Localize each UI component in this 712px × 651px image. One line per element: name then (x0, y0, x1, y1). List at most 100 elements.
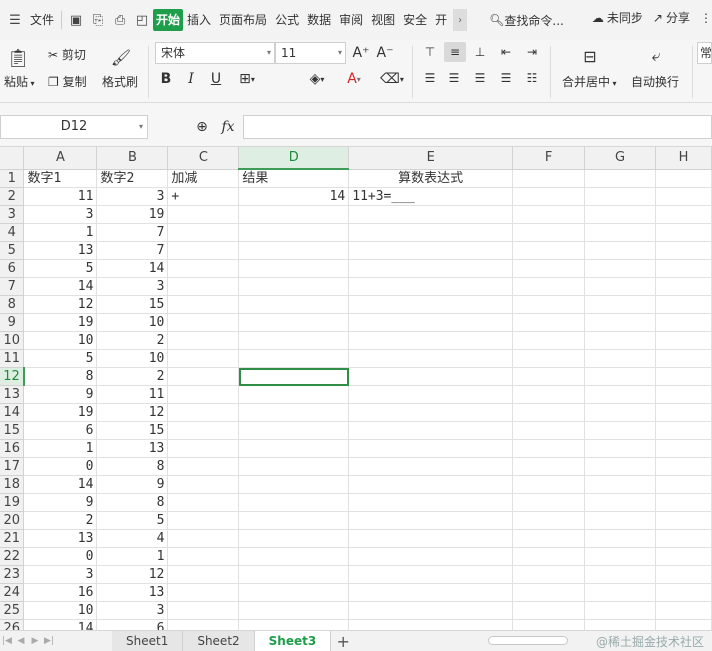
cell-f8[interactable] (512, 295, 586, 314)
cell-c25[interactable] (167, 601, 240, 620)
borders-icon[interactable]: ⊞ ▾ (233, 68, 261, 90)
select-all-corner[interactable] (0, 147, 25, 170)
cell-a15[interactable]: 6 (23, 421, 98, 440)
cell-f5[interactable] (512, 241, 586, 260)
last-sheet-icon[interactable]: ▶| (42, 636, 56, 646)
cell-d12[interactable] (238, 367, 350, 386)
row-header[interactable]: 3 (0, 205, 25, 224)
cell-g7[interactable] (584, 277, 656, 296)
cell-a21[interactable]: 13 (23, 529, 98, 548)
sheet-tab-sheet1[interactable]: Sheet1 (112, 630, 184, 651)
next-sheet-icon[interactable]: ▶ (28, 636, 42, 646)
cell-h22[interactable] (655, 547, 712, 566)
row-header[interactable]: 21 (0, 529, 25, 548)
cell-f25[interactable] (512, 601, 586, 620)
cell-h24[interactable] (655, 583, 712, 602)
cell-e15[interactable] (348, 421, 514, 440)
cell-a1[interactable]: 数字1 (23, 169, 98, 188)
distributed-icon[interactable]: ☷ (522, 68, 542, 88)
cell-d4[interactable] (238, 223, 350, 242)
cell-b12[interactable]: 2 (96, 367, 169, 386)
cell-b15[interactable]: 15 (96, 421, 169, 440)
cell-h17[interactable] (655, 457, 712, 476)
cell-a14[interactable]: 19 (23, 403, 98, 422)
cell-d9[interactable] (238, 313, 350, 332)
cell-h21[interactable] (655, 529, 712, 548)
cell-g16[interactable] (584, 439, 656, 458)
cell-a12[interactable]: 8 (23, 367, 98, 386)
cell-h7[interactable] (655, 277, 712, 296)
font-size-select[interactable]: 11 ▾ (275, 42, 346, 64)
cell-a7[interactable]: 14 (23, 277, 98, 296)
cell-e9[interactable] (348, 313, 514, 332)
cell-b11[interactable]: 10 (96, 349, 169, 368)
cell-g4[interactable] (584, 223, 656, 242)
cell-h4[interactable] (655, 223, 712, 242)
cell-c18[interactable] (167, 475, 240, 494)
cell-f3[interactable] (512, 205, 586, 224)
cell-c13[interactable] (167, 385, 240, 404)
align-left-icon[interactable]: ☰ (420, 68, 440, 88)
increase-font-icon[interactable]: A⁺ (352, 42, 370, 64)
cell-c6[interactable] (167, 259, 240, 278)
column-header-f[interactable]: F (512, 147, 586, 170)
wrap-text-button[interactable]: 自动换行 (631, 73, 679, 90)
format-painter-button[interactable]: 格式刷 (102, 73, 138, 90)
cell-g5[interactable] (584, 241, 656, 260)
cell-b9[interactable]: 10 (96, 313, 169, 332)
cell-h19[interactable] (655, 493, 712, 512)
cell-f10[interactable] (512, 331, 586, 350)
decrease-indent-icon[interactable]: ⇤ (496, 42, 516, 62)
cell-h18[interactable] (655, 475, 712, 494)
cell-c4[interactable] (167, 223, 240, 242)
cell-f9[interactable] (512, 313, 586, 332)
cell-c20[interactable] (167, 511, 240, 530)
cell-g6[interactable] (584, 259, 656, 278)
row-header[interactable]: 26 (0, 619, 25, 630)
cell-d8[interactable] (238, 295, 350, 314)
cell-c3[interactable] (167, 205, 240, 224)
cell-e18[interactable] (348, 475, 514, 494)
column-header-b[interactable]: B (96, 147, 169, 170)
row-header[interactable]: 22 (0, 547, 25, 566)
cell-a2[interactable]: 11 (23, 187, 98, 206)
cell-c5[interactable] (167, 241, 240, 260)
cell-g25[interactable] (584, 601, 656, 620)
cell-g11[interactable] (584, 349, 656, 368)
align-bottom-icon[interactable]: ⊥ (470, 42, 490, 62)
cell-f22[interactable] (512, 547, 586, 566)
cell-a8[interactable]: 12 (23, 295, 98, 314)
cell-e1[interactable]: 算数表达式 (348, 169, 514, 188)
zoom-function-icon[interactable]: ⊕ (193, 117, 211, 137)
row-header[interactable]: 2 (0, 187, 25, 206)
horizontal-scrollbar[interactable] (488, 636, 568, 645)
cell-e6[interactable] (348, 259, 514, 278)
cell-c8[interactable] (167, 295, 240, 314)
row-header[interactable]: 19 (0, 493, 25, 512)
cell-f6[interactable] (512, 259, 586, 278)
cell-c10[interactable] (167, 331, 240, 350)
cell-c17[interactable] (167, 457, 240, 476)
cell-g2[interactable] (584, 187, 656, 206)
cell-a9[interactable]: 19 (23, 313, 98, 332)
cell-f4[interactable] (512, 223, 586, 242)
cell-b21[interactable]: 4 (96, 529, 169, 548)
cell-a17[interactable]: 0 (23, 457, 98, 476)
cell-b25[interactable]: 3 (96, 601, 169, 620)
column-header-g[interactable]: G (584, 147, 656, 170)
cell-h12[interactable] (655, 367, 712, 386)
cell-a26[interactable]: 14 (23, 619, 98, 630)
align-middle-icon[interactable]: ≡ (444, 42, 466, 62)
more-tabs-button[interactable]: › (453, 9, 468, 31)
row-header[interactable]: 4 (0, 223, 25, 242)
cell-a24[interactable]: 16 (23, 583, 98, 602)
cell-f13[interactable] (512, 385, 586, 404)
cell-b8[interactable]: 15 (96, 295, 169, 314)
first-sheet-icon[interactable]: |◀ (0, 636, 14, 646)
row-header[interactable]: 5 (0, 241, 25, 260)
row-header[interactable]: 6 (0, 259, 25, 278)
row-header[interactable]: 24 (0, 583, 25, 602)
cell-b2[interactable]: 3 (96, 187, 169, 206)
sync-status[interactable]: ☁ 未同步 (592, 9, 643, 26)
cell-h26[interactable] (655, 619, 712, 630)
